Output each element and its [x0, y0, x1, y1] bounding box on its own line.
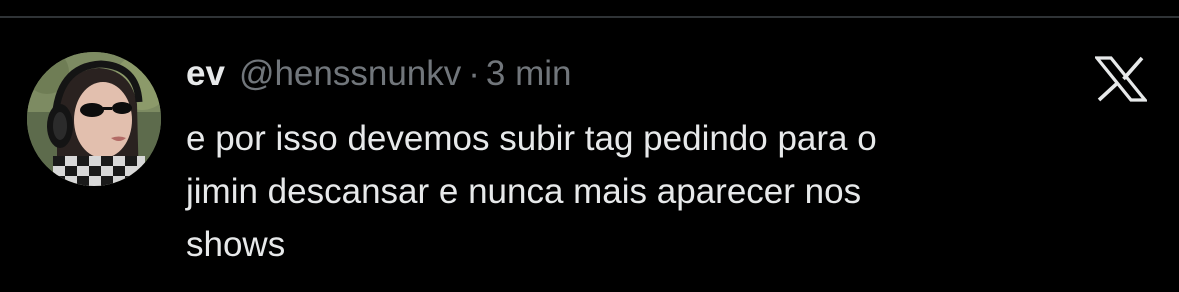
x-logo-glyph: [1093, 56, 1149, 102]
separator-dot: ·: [468, 54, 480, 93]
x-logo-icon[interactable]: [1093, 56, 1149, 102]
tweet-header: ev @henssnunkv · 3 min: [186, 52, 572, 96]
display-name[interactable]: ev: [186, 52, 225, 96]
user-handle[interactable]: @henssnunkv: [239, 52, 461, 96]
avatar-photo: [27, 52, 161, 186]
top-divider: [0, 16, 1179, 18]
avatar[interactable]: [27, 52, 161, 186]
tweet-text: e por isso devemos subir tag pedindo par…: [186, 119, 877, 264]
timestamp[interactable]: 3 min: [486, 52, 572, 96]
